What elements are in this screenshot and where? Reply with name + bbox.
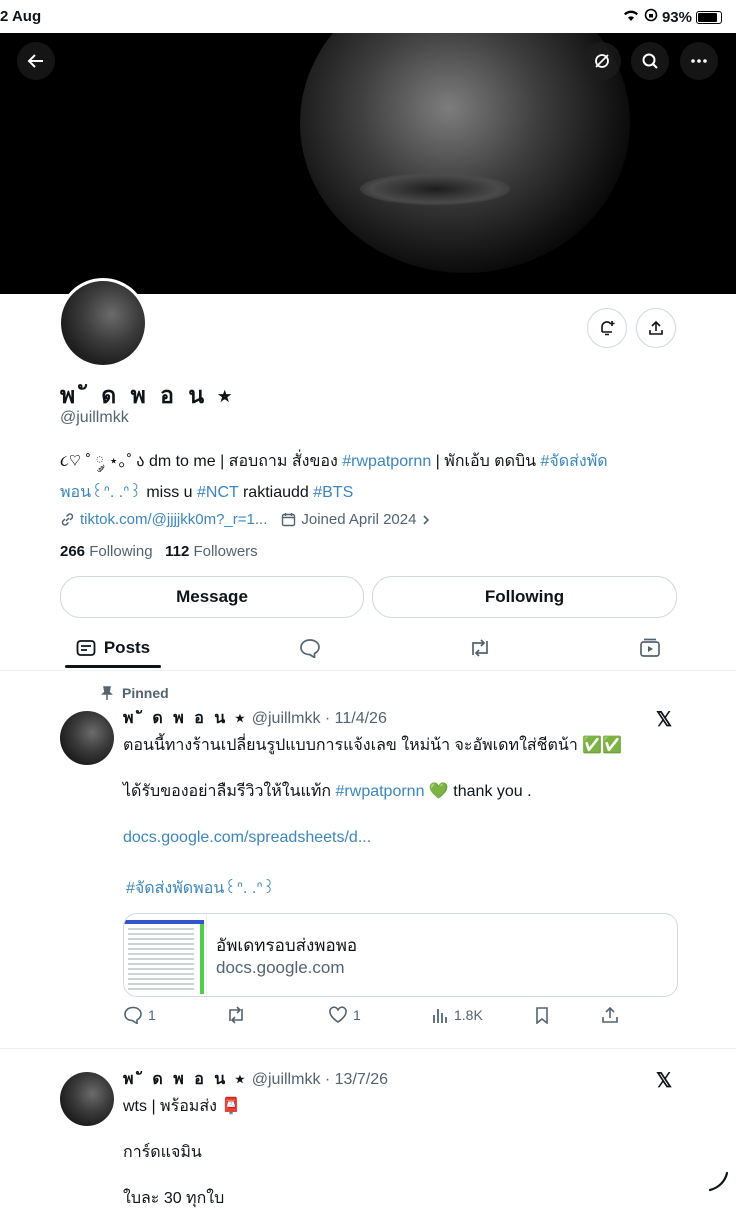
tab-reposts[interactable] [450, 628, 510, 668]
hashtag-link[interactable]: #rwpatpornn [342, 453, 431, 470]
followers-count[interactable]: 112 Followers [165, 543, 258, 560]
repost-icon [229, 1006, 243, 1024]
profile-avatar[interactable] [58, 278, 148, 368]
search-icon [642, 53, 658, 69]
share-post-button[interactable] [601, 1006, 619, 1024]
wifi-icon [622, 8, 640, 26]
share-icon [602, 1006, 618, 1023]
posts-icon [76, 640, 96, 656]
post-author-name[interactable]: พ ั ด พ อ น ⭒ [123, 1071, 247, 1088]
post-text-line2: ได้รับของอย่าลืมรีวิวให้ในแท้ก #rwpatpor… [123, 783, 532, 800]
post-text-line1: wts | พร้อมส่ง 📮 [123, 1098, 242, 1115]
battery-icon [696, 10, 722, 24]
bookmark-icon [536, 1007, 548, 1024]
post-text-line3: ใบละ 30 ทุกใบ [123, 1190, 225, 1207]
share-icon [649, 320, 663, 335]
grok-icon [595, 54, 609, 68]
tab-posts[interactable]: Posts [65, 628, 161, 668]
hashtag-link[interactable]: #rwpatpornn [336, 783, 425, 800]
lock-rotation-icon [644, 8, 658, 26]
card-domain: docs.google.com [216, 958, 345, 977]
reply-icon [124, 1006, 142, 1024]
profile-banner[interactable] [0, 33, 736, 294]
back-arrow-icon [27, 54, 43, 68]
post-avatar[interactable] [60, 1072, 114, 1126]
hashtag-link[interactable]: #NCT [197, 484, 239, 501]
back-button[interactable] [17, 42, 55, 80]
post-divider [0, 1048, 736, 1049]
media-icon [640, 638, 660, 657]
following-count[interactable]: 266 Following [60, 543, 153, 560]
profile-website[interactable]: tiktok.com/@jjjjkk0m?_r=1... [60, 511, 267, 528]
card-title: อัพเดทรอบส่งพอพอ [216, 936, 358, 955]
tab-replies[interactable] [280, 628, 340, 668]
repost-button[interactable] [225, 1006, 247, 1024]
heart-icon [329, 1006, 347, 1023]
x-logo-icon[interactable]: 𝕏 [656, 707, 672, 732]
card-thumbnail [124, 914, 207, 996]
more-button[interactable] [680, 42, 718, 80]
reply-icon [300, 639, 320, 658]
profile-handle: @juillmkk [60, 409, 129, 426]
post-handle-date: @juillmkk · 11/4/26 [251, 710, 387, 727]
link-preview-card[interactable]: อัพเดทรอบส่งพอพอ docs.google.com [123, 913, 678, 997]
following-button[interactable]: Following [372, 576, 677, 618]
hashtag-link[interactable]: #BTS [313, 484, 353, 501]
message-button[interactable]: Message [60, 576, 364, 618]
hashtag-link[interactable]: #จัดส่งพัด [541, 453, 608, 470]
reply-button[interactable]: 1 [123, 1006, 156, 1024]
post-text-line1: ตอนนี้ทางร้านเปลี่ยนรูปแบบการแจ้งเลข ใหม… [123, 737, 623, 754]
post-actions: 1 1 1.8K [123, 1006, 623, 1028]
follow-counts: 266 Following 112 Followers [60, 543, 258, 560]
post-handle-date: @juillmkk · 13/7/26 [251, 1071, 389, 1088]
post-author-name[interactable]: พ ั ด พ อ น ⭒ [123, 710, 247, 727]
profile-meta: tiktok.com/@jjjjkk0m?_r=1... Joined Apri… [60, 511, 431, 528]
link-icon [61, 513, 74, 526]
battery-percentage: 93% [661, 8, 692, 26]
post-header: พ ั ด พ อ น ⭒ @juillmkk · 11/4/26 [123, 708, 387, 730]
notifications-button[interactable] [587, 308, 627, 348]
x-logo-icon[interactable]: 𝕏 [656, 1068, 672, 1093]
bookmark-button[interactable] [534, 1006, 550, 1024]
active-tab-indicator [65, 665, 161, 668]
hashtag-link[interactable]: พอน꒰ᐢ. .ᐢ꒱ [60, 484, 142, 501]
pinned-label: Pinned [100, 685, 169, 701]
share-button[interactable] [636, 308, 676, 348]
profile-joined[interactable]: Joined April 2024 [281, 511, 431, 528]
calendar-icon [282, 513, 296, 527]
post-url-link[interactable]: docs.google.com/spreadsheets/d... [123, 827, 371, 849]
more-icon [691, 59, 707, 63]
post-header: พ ั ด พ อ น ⭒ @juillmkk · 13/7/26 [123, 1069, 388, 1091]
loading-spinner-icon [706, 1168, 732, 1194]
profile-tabs: Posts [0, 628, 736, 671]
post-avatar[interactable] [60, 711, 114, 765]
views-button[interactable]: 1.8K [431, 1006, 483, 1024]
search-button[interactable] [631, 42, 669, 80]
post-hashtag-link[interactable]: #จัดส่งพัดพอน꒰ᐢ. .ᐢ꒱ [126, 878, 275, 900]
pin-icon [101, 686, 113, 700]
profile-bio: ૮♡ ˚ ༘ ⋆｡˚ ა dm to me | สอบถาม สั่งของ #… [60, 453, 608, 501]
status-bar: 2 Aug 93% [0, 0, 736, 33]
tab-media[interactable] [620, 628, 680, 668]
post-text-line2: การ์ดแจมิน [123, 1144, 202, 1161]
repost-icon [472, 639, 488, 657]
grok-button[interactable] [583, 42, 621, 80]
bell-plus-icon [601, 321, 615, 336]
status-time: 2 Aug [0, 8, 42, 25]
banner-image [300, 33, 630, 273]
like-button[interactable]: 1 [328, 1006, 361, 1024]
chevron-right-icon [423, 514, 430, 525]
views-chart-icon [433, 1009, 447, 1023]
